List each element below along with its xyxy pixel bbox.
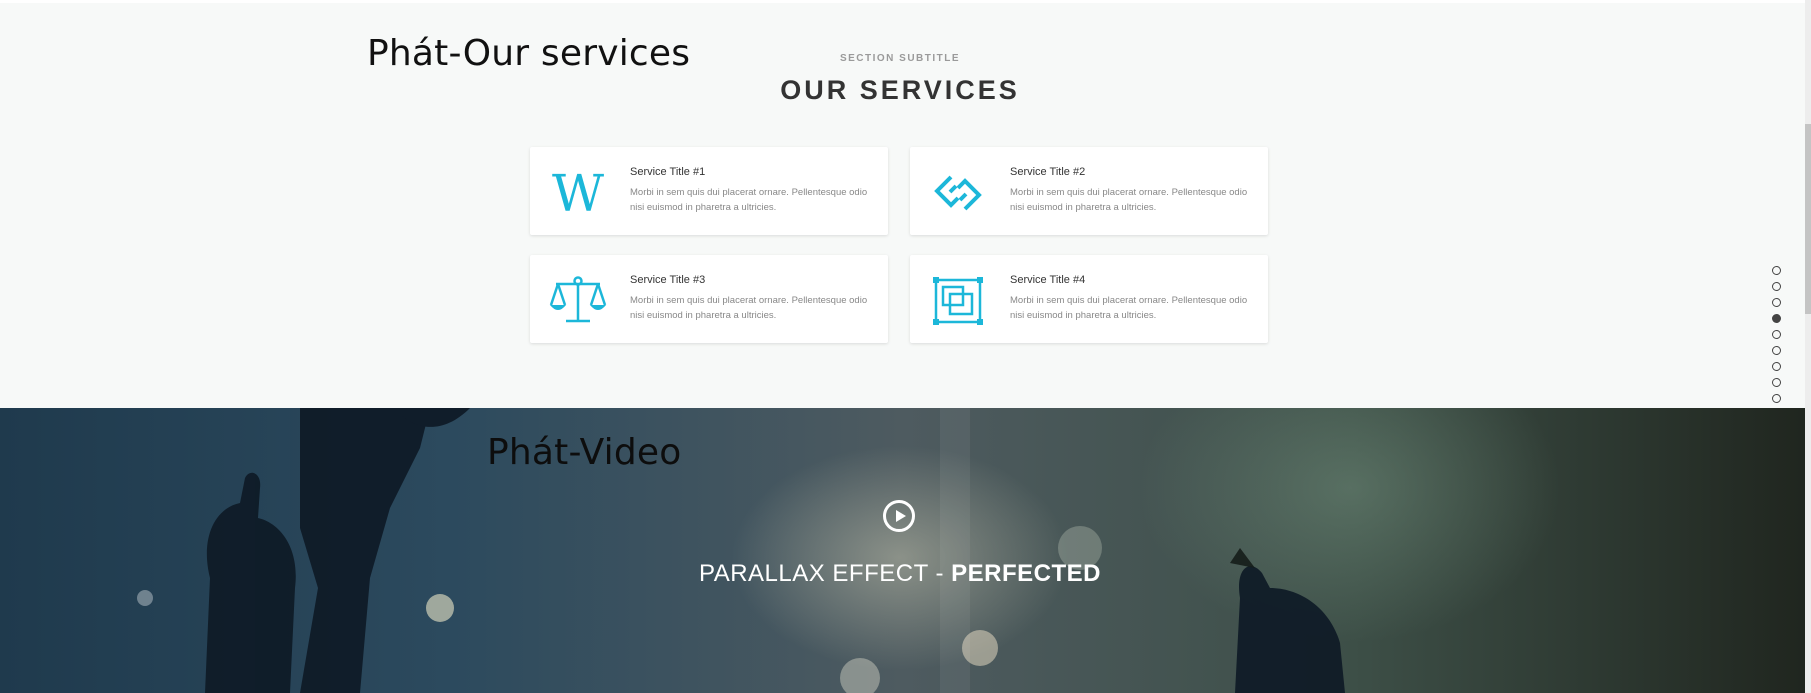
section-nav-dot[interactable] bbox=[1772, 266, 1781, 275]
concert-background bbox=[137, 408, 1345, 693]
section-nav-dots bbox=[1772, 266, 1784, 410]
section-nav-dot[interactable] bbox=[1772, 362, 1781, 371]
service-title: Service Title #4 bbox=[1010, 274, 1086, 286]
video-section: Phát-Video PARALLAX EFFECT - PERFECTED bbox=[0, 408, 1805, 693]
service-card-1[interactable]: W Service Title #1 Morbi in sem quis dui… bbox=[530, 147, 888, 235]
section-nav-dot[interactable] bbox=[1772, 378, 1781, 387]
section-nav-dot-active[interactable] bbox=[1772, 314, 1781, 323]
section-nav-dot[interactable] bbox=[1772, 346, 1781, 355]
service-card-4[interactable]: Service Title #4 Morbi in sem quis dui p… bbox=[910, 255, 1268, 343]
section-nav-dot[interactable] bbox=[1772, 394, 1781, 403]
chain-link-icon bbox=[928, 165, 988, 221]
service-card-3[interactable]: Service Title #3 Morbi in sem quis dui p… bbox=[530, 255, 888, 343]
service-description: Morbi in sem quis dui placerat ornare. P… bbox=[630, 187, 868, 213]
section-nav-dot[interactable] bbox=[1772, 298, 1781, 307]
wikipedia-w-icon: W bbox=[548, 165, 608, 221]
scales-icon bbox=[548, 273, 608, 329]
page-scrollbar[interactable] bbox=[1805, 0, 1811, 693]
section-subtitle: SECTION SUBTITLE bbox=[839, 53, 961, 64]
play-circle-icon[interactable] bbox=[883, 500, 915, 532]
services-section: Phát-Our services SECTION SUBTITLE OUR S… bbox=[0, 0, 1805, 408]
service-title: Service Title #2 bbox=[1010, 166, 1086, 178]
parallax-headline-light: PARALLAX EFFECT - bbox=[698, 560, 952, 587]
service-description: Morbi in sem quis dui placerat ornare. P… bbox=[1010, 187, 1248, 213]
layers-frame-icon bbox=[928, 273, 988, 329]
svg-text:W: W bbox=[552, 169, 604, 217]
parallax-headline: PARALLAX EFFECT - PERFECTED bbox=[0, 560, 1800, 588]
parallax-headline-bold: PERFECTED bbox=[951, 560, 1102, 587]
section-title: OUR SERVICES bbox=[780, 75, 1020, 105]
service-title: Service Title #1 bbox=[630, 166, 706, 178]
service-description: Morbi in sem quis dui placerat ornare. P… bbox=[630, 295, 868, 321]
page: Phát-Our services SECTION SUBTITLE OUR S… bbox=[0, 0, 1811, 693]
service-title: Service Title #3 bbox=[630, 274, 706, 286]
scrollbar-thumb[interactable] bbox=[1805, 124, 1811, 314]
section-nav-dot[interactable] bbox=[1772, 330, 1781, 339]
video-annotation: Phát-Video bbox=[487, 432, 682, 473]
service-description: Morbi in sem quis dui placerat ornare. P… bbox=[1010, 295, 1248, 321]
service-card-2[interactable]: Service Title #2 Morbi in sem quis dui p… bbox=[910, 147, 1268, 235]
section-nav-dot[interactable] bbox=[1772, 282, 1781, 291]
